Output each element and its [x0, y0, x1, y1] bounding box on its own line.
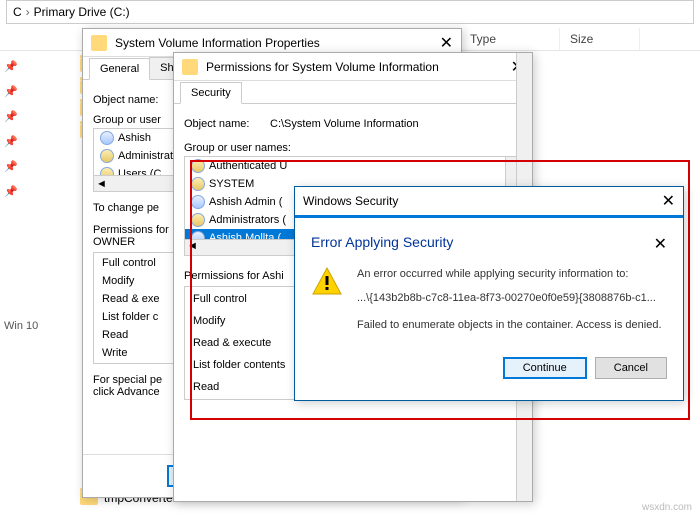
- close-icon[interactable]: ✕: [440, 33, 453, 53]
- window-title: Windows Security: [303, 194, 398, 208]
- watermark: wsxdn.com: [642, 502, 692, 513]
- crumb-drive[interactable]: Primary Drive (C:): [34, 5, 130, 19]
- crumb-c[interactable]: C: [13, 5, 22, 19]
- group-icon: [191, 213, 205, 227]
- group-icon: [191, 177, 205, 191]
- sidebar: 📌 📌 📌 📌 📌 📌 Win 10: [0, 54, 70, 494]
- chevron-right-icon: ›: [26, 5, 30, 19]
- titlebar[interactable]: Permissions for System Volume Informatio…: [174, 53, 532, 81]
- breadcrumb[interactable]: C › Primary Drive (C:): [6, 0, 694, 24]
- folder-icon: [91, 35, 107, 51]
- object-name-value: C:\System Volume Information: [270, 118, 419, 130]
- sidebar-item-win10[interactable]: Win 10: [0, 314, 70, 338]
- cancel-button[interactable]: Cancel: [595, 357, 667, 379]
- object-name-label: Object name:: [93, 94, 179, 106]
- pin-icon: 📌: [4, 185, 18, 198]
- continue-button[interactable]: Continue: [503, 357, 587, 379]
- pin-icon: 📌: [4, 135, 18, 148]
- user-icon: [100, 131, 114, 145]
- error-line-3: Failed to enumerate objects in the conta…: [357, 317, 662, 335]
- close-icon[interactable]: ✕: [654, 234, 667, 254]
- dialog-subtitle: Error Applying Security: [311, 234, 453, 254]
- user-icon: [191, 195, 205, 209]
- group-label: Group or user names:: [184, 142, 522, 154]
- tab-security[interactable]: Security: [180, 82, 242, 104]
- col-type[interactable]: Type: [460, 28, 560, 50]
- group-icon: [100, 149, 114, 163]
- tab-general[interactable]: General: [89, 58, 150, 80]
- pin-icon: 📌: [4, 110, 18, 123]
- security-dialog: Windows Security ✕ Error Applying Securi…: [294, 186, 684, 401]
- folder-icon: [182, 59, 198, 75]
- error-line-1: An error occurred while applying securit…: [357, 266, 662, 284]
- close-icon[interactable]: ✕: [662, 191, 675, 211]
- group-icon: [191, 159, 205, 173]
- error-path: ...\{143b2b8b-c7c8-11ea-8f73-00270e0f0e5…: [357, 290, 662, 308]
- pin-icon: 📌: [4, 160, 18, 173]
- window-title: Permissions for System Volume Informatio…: [206, 60, 439, 74]
- col-size[interactable]: Size: [560, 28, 640, 50]
- window-title: System Volume Information Properties: [115, 36, 320, 50]
- warning-icon: [311, 266, 343, 298]
- pin-icon: 📌: [4, 60, 18, 73]
- object-name-label: Object name:: [184, 118, 270, 130]
- titlebar[interactable]: Windows Security ✕: [295, 187, 683, 215]
- pin-icon: 📌: [4, 85, 18, 98]
